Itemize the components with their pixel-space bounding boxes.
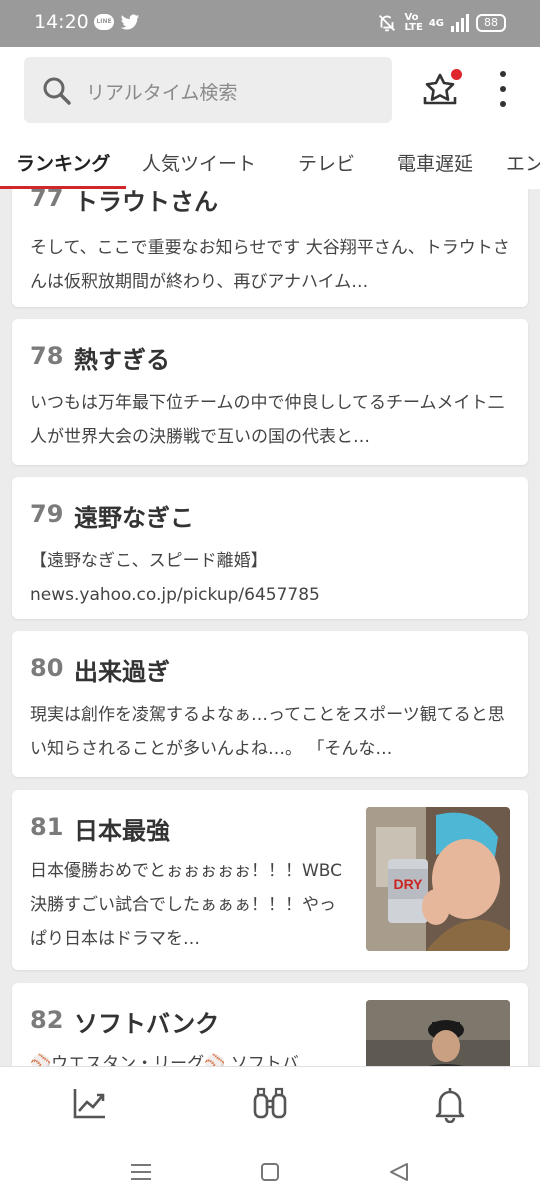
trend-snippet: そして、ここで重要なお知らせです 大谷翔平さん、トラウトさんは仮釈放期間が終わり… bbox=[30, 238, 510, 292]
more-vert-icon[interactable] bbox=[492, 71, 514, 107]
trend-card[interactable]: 77 トラウトさん そして、ここで重要なお知らせです 大谷翔平さん、トラウトさん… bbox=[12, 189, 528, 307]
recent-apps-icon[interactable] bbox=[127, 1158, 155, 1186]
trend-card[interactable]: 80 出来過ぎ 現実は創作を凌駕するよなぁ…ってことをスポーツ観てると思い知らさ… bbox=[12, 631, 528, 777]
search-placeholder: リアルタイム検索 bbox=[86, 82, 238, 104]
line-app-icon: LINE bbox=[94, 14, 114, 30]
trend-card[interactable]: 81 日本最強 日本優勝おめでとぉぉぉぉぉ！！！WBC決勝すごい試合でしたぁぁぁ… bbox=[12, 790, 528, 970]
volte-lte: LTE bbox=[404, 22, 423, 33]
trend-thumbnail[interactable]: DRY bbox=[366, 807, 510, 951]
volte-label: Vo LTE bbox=[404, 13, 422, 33]
can-label: DRY bbox=[393, 876, 423, 892]
baseball-player-image bbox=[366, 1000, 510, 1066]
home-square-icon[interactable] bbox=[256, 1158, 284, 1186]
battery-indicator: 88 bbox=[476, 14, 506, 32]
ranking-feed[interactable]: 77 トラウトさん そして、ここで重要なお知らせです 大谷翔平さん、トラウトさん… bbox=[0, 189, 540, 1066]
trend-rank: 81 bbox=[30, 813, 64, 841]
bell-icon[interactable] bbox=[431, 1085, 469, 1123]
tab-train-delay[interactable]: 電車遅延 bbox=[397, 149, 473, 176]
tab-popular-tweets[interactable]: 人気ツイート bbox=[142, 149, 256, 176]
trend-thumbnail[interactable] bbox=[366, 1000, 510, 1066]
trend-word: 日本最強 bbox=[74, 817, 170, 845]
trend-snippet: 現実は創作を凌駕するよなぁ…ってことをスポーツ観てると思い知らされることが多いん… bbox=[30, 705, 505, 759]
trending-chart-icon[interactable] bbox=[70, 1085, 108, 1123]
signal-icon bbox=[451, 14, 469, 32]
search-icon bbox=[43, 77, 71, 105]
trend-rank: 78 bbox=[30, 342, 64, 370]
binoculars-icon[interactable] bbox=[251, 1085, 289, 1123]
person-with-beer-can-image: DRY bbox=[366, 807, 510, 951]
bottom-navigation bbox=[0, 1066, 540, 1146]
trend-card[interactable]: 79 遠野なぎこ 【遠野なぎこ、スピード離婚】 news.yahoo.co.jp… bbox=[12, 477, 528, 619]
trend-word: 熱すぎる bbox=[74, 346, 170, 374]
trend-word: ソフトバンク bbox=[74, 1010, 220, 1038]
trend-snippet: 【遠野なぎこ、スピード離婚】 news.yahoo.co.jp/pickup/6… bbox=[30, 551, 320, 605]
trend-card[interactable]: 82 ソフトバンク ⚾ウエスタン・リーグ⚾ ソフトバ bbox=[12, 983, 528, 1066]
tab-bar: ランキング 人気ツイート テレビ 電車遅延 エン bbox=[0, 143, 540, 189]
twitter-bird-icon bbox=[120, 14, 140, 30]
trend-rank: 82 bbox=[30, 1006, 64, 1034]
trend-rank: 77 bbox=[30, 189, 64, 212]
trend-word: 出来過ぎ bbox=[74, 658, 170, 686]
trend-rank: 79 bbox=[30, 500, 64, 528]
trend-card[interactable]: 78 熱すぎる いつもは万年最下位チームの中で仲良ししてるチームメイト二人が世界… bbox=[12, 319, 528, 465]
back-triangle-icon[interactable] bbox=[385, 1158, 413, 1186]
trend-snippet: ⚾ウエスタン・リーグ⚾ ソフトバ bbox=[30, 1054, 299, 1066]
trend-word: 遠野なぎこ bbox=[74, 504, 194, 532]
search-box[interactable]: リアルタイム検索 bbox=[24, 57, 392, 123]
favorites-button[interactable] bbox=[422, 69, 462, 109]
status-right-group: Vo LTE 4G 88 bbox=[376, 10, 506, 36]
header: リアルタイム検索 ランキング 人気ツイート テレビ 電車遅延 エン bbox=[0, 47, 540, 189]
trend-snippet: 日本優勝おめでとぉぉぉぉぉ！！！WBC決勝すごい試合でしたぁぁぁ！！！やっぱり日… bbox=[30, 861, 343, 949]
status-time: 14:20 bbox=[34, 11, 89, 33]
network-4g-label: 4G bbox=[428, 17, 444, 29]
trend-word: トラウトさん bbox=[74, 189, 218, 216]
trend-rank: 80 bbox=[30, 654, 64, 682]
tab-ranking[interactable]: ランキング bbox=[16, 149, 110, 176]
notification-dot bbox=[451, 69, 462, 80]
mute-bell-icon bbox=[379, 15, 396, 32]
tab-tv[interactable]: テレビ bbox=[298, 149, 355, 176]
trend-snippet: いつもは万年最下位チームの中で仲良ししてるチームメイト二人が世界大会の決勝戦で互… bbox=[30, 393, 505, 447]
status-bar: 14:20 LINE Vo LTE 4G 88 bbox=[0, 0, 540, 47]
tab-entertainment[interactable]: エン bbox=[506, 149, 540, 176]
system-navigation bbox=[0, 1146, 540, 1200]
